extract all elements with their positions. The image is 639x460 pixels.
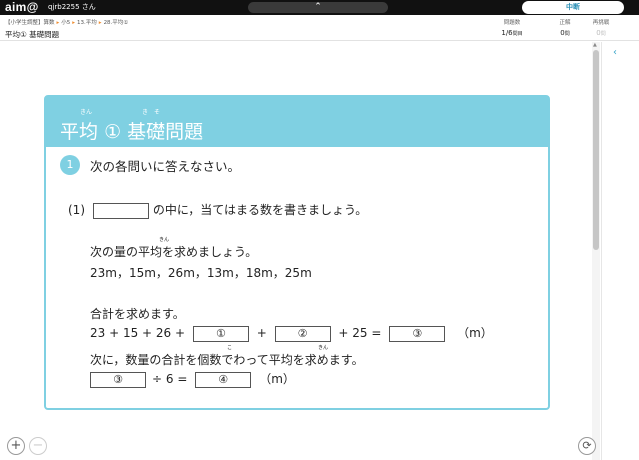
scroll-up-icon[interactable]: ▲ (593, 42, 597, 48)
question-text: 次の各問いに答えなさい。 (90, 159, 241, 174)
division-equation: ③ ÷ 6 = ④ （m） (90, 370, 295, 388)
sum-line: 合計を求めます。 (90, 307, 185, 321)
breadcrumb-separator-icon: ▸ (98, 20, 102, 26)
example-blank-box (92, 202, 149, 219)
card-header: きん き そ 平均 ① 基礎問題 (46, 97, 548, 147)
sum-equation: 23 + 15 + 26 + ① + ② + 25 = ③ （m） (90, 325, 493, 342)
ruby-heikin: きん (80, 109, 93, 116)
breadcrumb-unit[interactable]: 13.平均 (77, 20, 97, 26)
find-average-line: 次の量の平均を求めましょう。 (90, 245, 258, 259)
answer-blank-3-repeat[interactable]: ③ (90, 371, 146, 388)
breadcrumb: 【小学生調整】算数 ▸ 小5 ▸ 13.平均 ▸ 28.平均① (5, 18, 128, 26)
stat-value-retry: 0問 (596, 29, 606, 37)
zoom-out-button[interactable]: − (29, 437, 47, 455)
aim-logo: aim@ (5, 0, 39, 14)
stat-value-questions: 1/6問目 (501, 29, 523, 37)
chevron-up-icon: ⌃ (314, 2, 322, 12)
answer-blank-4[interactable]: ④ (195, 371, 252, 388)
stat-value-correct: 0問 (560, 29, 570, 37)
sidebar-toggle-icon[interactable]: ‹ (613, 47, 617, 58)
collapse-header-button[interactable]: ⌃ (248, 2, 388, 13)
breadcrumb-separator-icon: ▸ (72, 20, 76, 26)
suspend-button[interactable]: 中断 (522, 1, 624, 14)
user-name: qjrb2255 さん (48, 3, 96, 11)
answer-blank-1[interactable]: ① (192, 325, 249, 342)
breadcrumb-separator-icon: ▸ (56, 20, 60, 26)
breadcrumb-course[interactable]: 【小学生調整】算数 (5, 20, 55, 26)
refresh-icon: ⟳ (582, 439, 592, 452)
ruby-ko: こ (227, 345, 233, 351)
ruby-avg: きん (159, 237, 170, 243)
lesson-info-bar: 【小学生調整】算数 ▸ 小5 ▸ 13.平均 ▸ 28.平均① 平均① 基礎問題 問題数 1… (0, 15, 639, 41)
lesson-title: 平均① 基礎問題 (5, 30, 60, 39)
stat-label-correct: 正解 (559, 20, 571, 26)
question-number-badge: 1 (60, 155, 80, 175)
scrollbar-thumb[interactable] (593, 50, 599, 250)
part-1-instruction: (1) の中に，当てはまる数を書きましょう。 (68, 202, 368, 219)
division-line: 次に，数量の合計を個数でわって平均を求めます。 (90, 353, 364, 367)
stat-label-questions: 問題数 (503, 20, 521, 26)
zoom-in-button[interactable]: + (7, 437, 25, 455)
answer-blank-2[interactable]: ② (274, 325, 331, 342)
card-title: 平均 ① 基礎問題 (60, 121, 204, 143)
reset-view-button[interactable]: ⟳ (578, 437, 596, 455)
breadcrumb-lesson[interactable]: 28.平均① (104, 20, 129, 26)
problem-card: きん き そ 平均 ① 基礎問題 1 次の各問いに答えなさい。 (1) の中に，… (44, 95, 550, 410)
vertical-scrollbar[interactable]: ▲ (592, 42, 600, 460)
values-line: 23m，15m，26m，13m，18m，25m (90, 266, 312, 280)
ruby-kin2: きん (318, 345, 329, 351)
top-bar: aim@ qjrb2255 さん ⌃ 中断 (0, 0, 639, 15)
stat-label-retry: 再挑戦 (592, 20, 610, 26)
right-sidebar: ‹ (601, 42, 639, 460)
answer-blank-3[interactable]: ③ (389, 325, 446, 342)
breadcrumb-grade[interactable]: 小5 (61, 20, 70, 26)
ruby-kiso: き そ (142, 109, 161, 116)
